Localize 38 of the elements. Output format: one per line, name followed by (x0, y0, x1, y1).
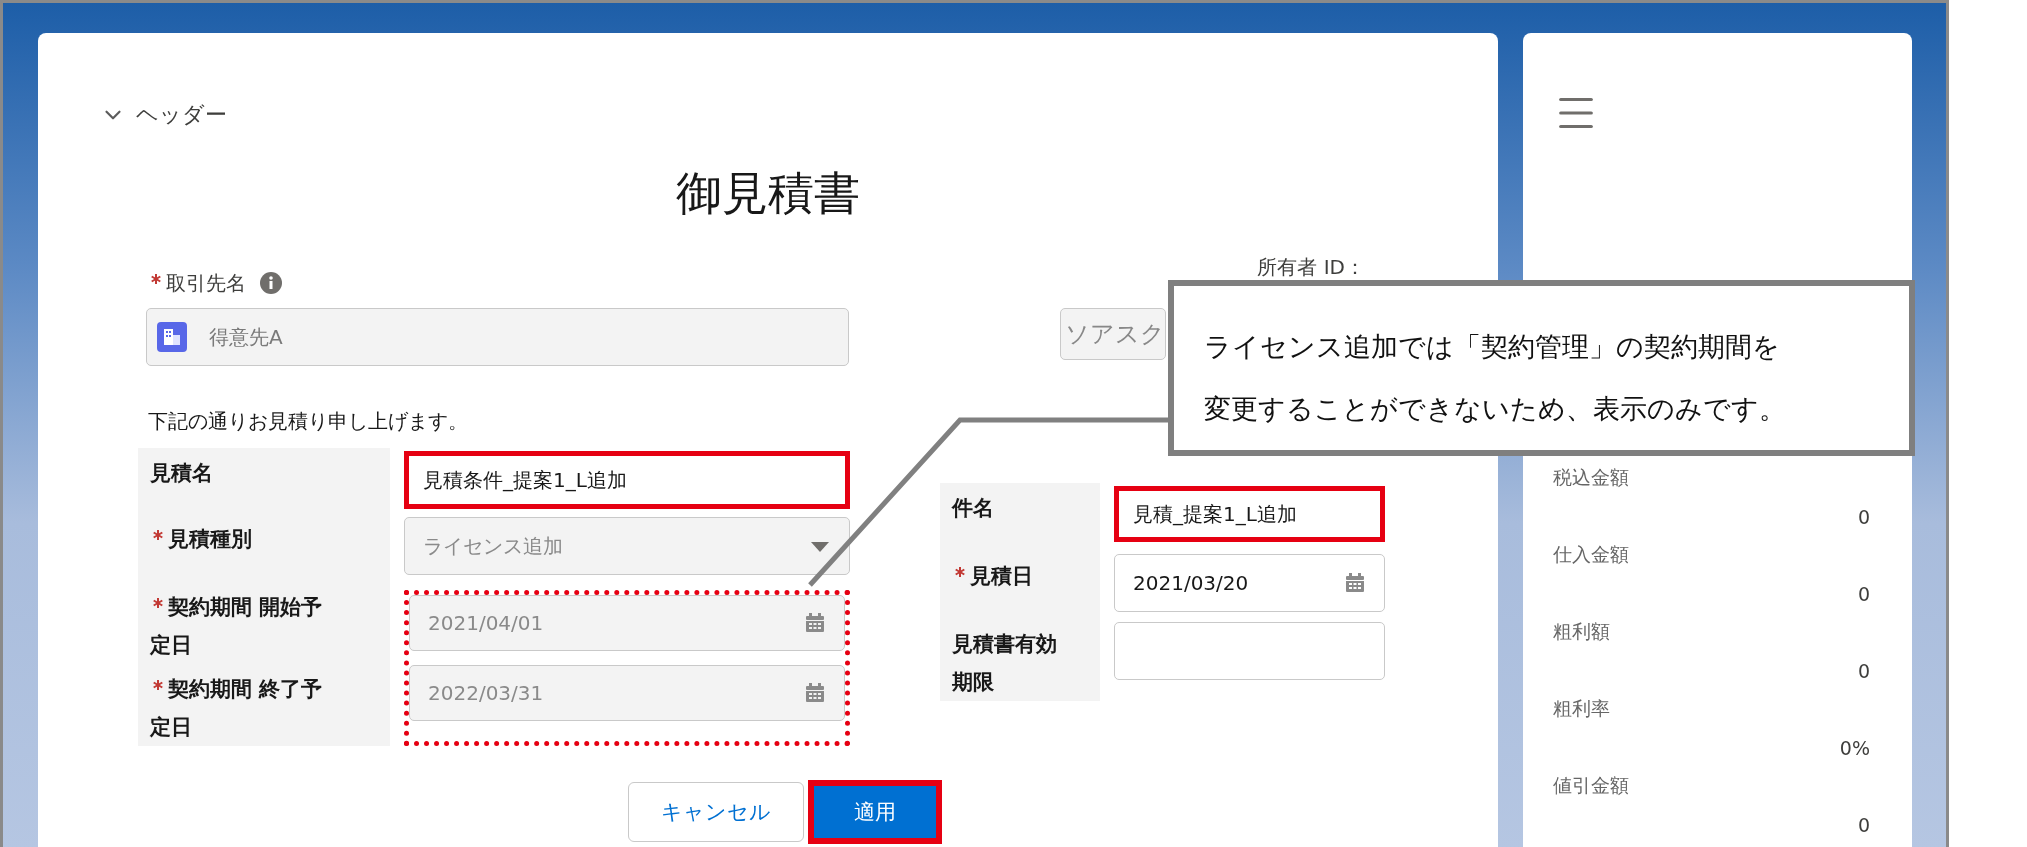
summary-value: 0 (1857, 505, 1870, 530)
required-mark-icon (153, 598, 163, 608)
intro-text: 下記の通りお見積り申し上げます。 (148, 408, 469, 435)
calendar-icon[interactable] (1344, 572, 1366, 594)
highlighted-text-field[interactable]: 見積条件_提案1_L追加 (404, 451, 850, 509)
field-label: 所有者 ID： (1257, 254, 1365, 281)
field-label: 取引先名 (148, 269, 246, 297)
field-label: 契約期間 終了予定日 (138, 664, 390, 746)
owner-field[interactable]: ソアスク (1060, 308, 1166, 360)
summary-value: 0 (1857, 813, 1870, 838)
apply-button[interactable]: 適用 (808, 780, 942, 844)
text-field[interactable] (1114, 622, 1385, 680)
date-field[interactable]: 2021/03/20 (1114, 554, 1385, 612)
cancel-button[interactable]: キャンセル (628, 782, 804, 842)
header-section-toggle[interactable]: ヘッダー (100, 95, 227, 135)
required-mark-icon (151, 273, 161, 284)
field-label: 見積日 (940, 551, 1100, 619)
field-label: 見積書有効期限 (940, 619, 1100, 701)
info-icon[interactable] (260, 272, 282, 294)
page-title: 御見積書 (675, 165, 861, 222)
summary-label: 値引金額 (1553, 773, 1630, 798)
required-mark-icon (955, 567, 965, 577)
summary-value: 0 (1857, 582, 1870, 607)
summary-label: 仕入金額 (1553, 542, 1630, 567)
summary-value: 0% (1839, 736, 1870, 761)
field-label: 件名 (940, 483, 1100, 551)
summary-label: 粗利額 (1553, 619, 1611, 644)
summary-label: 税込金額 (1553, 465, 1630, 490)
building-icon (157, 322, 187, 352)
required-mark-icon (153, 680, 163, 690)
callout-note: ライセンス追加では「契約管理」の契約期間を 変更することができないため、表示のみです。 (1168, 280, 1915, 456)
field-label: 見積種別 (138, 514, 390, 582)
summary-value: 0 (1857, 659, 1870, 684)
required-mark-icon (153, 530, 163, 540)
highlighted-text-field[interactable]: 見積_提案1_L追加 (1114, 486, 1385, 542)
summary-label: 粗利率 (1553, 696, 1611, 721)
field-label: 見積名 (138, 448, 390, 514)
field-label: 契約期間 開始予定日 (138, 582, 390, 664)
